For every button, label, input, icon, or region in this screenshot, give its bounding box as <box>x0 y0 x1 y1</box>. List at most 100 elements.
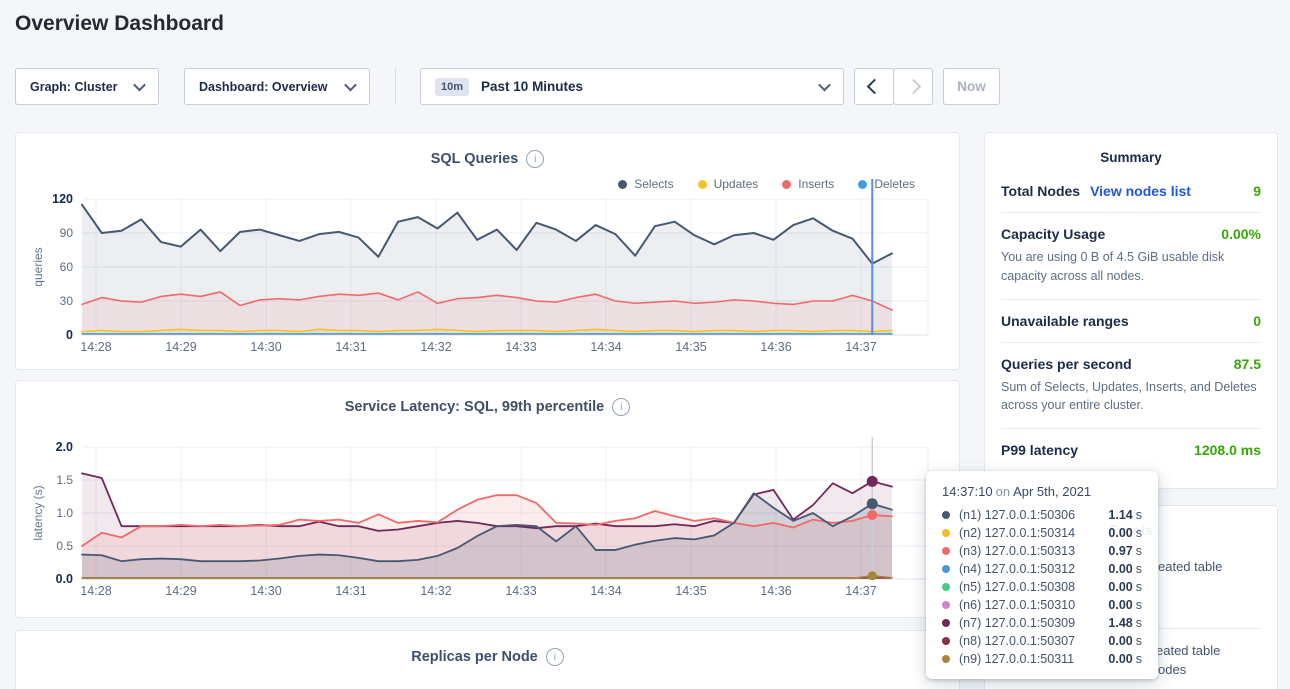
svg-text:0.0: 0.0 <box>56 572 73 586</box>
info-icon[interactable]: i <box>526 150 544 168</box>
svg-text:14:34: 14:34 <box>590 340 621 354</box>
node-color-dot <box>942 637 950 645</box>
tooltip-node-label: (n9) 127.0.0.1:50311 <box>959 652 1108 666</box>
svg-text:2.0: 2.0 <box>56 440 73 454</box>
legend-item-deletes[interactable]: Deletes <box>858 177 915 191</box>
tooltip-row: (n7) 127.0.0.1:503091.48s <box>942 614 1142 632</box>
tooltip-node-value: 0.00 <box>1108 598 1132 612</box>
time-prev-button[interactable] <box>854 68 894 105</box>
node-color-dot <box>942 601 950 609</box>
tooltip-row: (n1) 127.0.0.1:503061.14s <box>942 506 1142 524</box>
tooltip-node-value: 0.97 <box>1108 544 1132 558</box>
svg-text:queries: queries <box>31 247 45 286</box>
summary-metric-value: 87.5 <box>1234 356 1261 372</box>
tooltip-time: 14:37:10 <box>942 484 993 499</box>
tooltip-node-value: 0.00 <box>1108 580 1132 594</box>
summary-metric-label: Unavailable ranges <box>1001 313 1129 329</box>
svg-text:latency (s): latency (s) <box>31 485 45 540</box>
tooltip-node-value: 0.00 <box>1108 562 1132 576</box>
svg-text:14:31: 14:31 <box>335 584 366 598</box>
info-icon[interactable]: i <box>612 398 630 416</box>
service-latency-panel: 0.00.51.01.52.014:2814:2914:3014:3114:32… <box>15 380 960 618</box>
legend-dot <box>858 180 867 189</box>
chevron-down-icon <box>133 79 146 92</box>
summary-panel: Summary Total NodesView nodes list9Capac… <box>984 132 1278 489</box>
chevron-left-icon <box>866 79 882 95</box>
legend-label: Selects <box>634 177 673 191</box>
tooltip-date: Apr 5th, 2021 <box>1013 484 1091 499</box>
time-range-dropdown[interactable]: 10m Past 10 Minutes <box>420 68 844 105</box>
svg-text:14:28: 14:28 <box>80 340 111 354</box>
tooltip-row: (n5) 127.0.0.1:503080.00s <box>942 578 1142 596</box>
svg-text:14:37: 14:37 <box>845 584 876 598</box>
svg-text:14:28: 14:28 <box>80 584 111 598</box>
chart-title: SQL Queries <box>431 151 519 167</box>
chart-header: Service Latency: SQL, 99th percentile i <box>16 398 959 416</box>
node-color-dot <box>942 655 950 663</box>
tooltip-node-unit: s <box>1136 562 1142 576</box>
summary-metric-description: Sum of Selects, Updates, Inserts, and De… <box>1001 378 1261 416</box>
chart-hover-tooltip: 14:37:10onApr 5th, 2021 (n1) 127.0.0.1:5… <box>926 471 1158 679</box>
tooltip-row: (n8) 127.0.0.1:503070.00s <box>942 632 1142 650</box>
info-icon[interactable]: i <box>546 648 564 666</box>
summary-metric-value: 0.00% <box>1221 226 1261 242</box>
tooltip-row: (n2) 127.0.0.1:503140.00s <box>942 524 1142 542</box>
node-color-dot <box>942 547 950 555</box>
svg-text:120: 120 <box>52 192 73 206</box>
tooltip-timestamp: 14:37:10onApr 5th, 2021 <box>942 484 1142 499</box>
dashboard-dropdown[interactable]: Dashboard: Overview <box>184 68 370 105</box>
tooltip-node-value: 1.48 <box>1108 616 1132 630</box>
summary-title: Summary <box>985 133 1277 170</box>
node-color-dot <box>942 529 950 537</box>
now-button[interactable]: Now <box>943 68 1000 105</box>
latency-chart[interactable]: 0.00.51.01.52.014:2814:2914:3014:3114:32… <box>16 381 959 617</box>
tooltip-node-label: (n3) 127.0.0.1:50313 <box>959 544 1108 558</box>
sql-queries-panel: 030609012014:2814:2914:3014:3114:3214:33… <box>15 132 960 370</box>
summary-row: Unavailable ranges0 <box>1001 299 1261 342</box>
legend-label: Deletes <box>874 177 915 191</box>
replicas-per-node-panel: Replicas per Node i <box>15 630 960 689</box>
summary-row-main: Unavailable ranges0 <box>1001 313 1261 329</box>
summary-row: Queries per second 87.5 Sum of Selects, Up… <box>1001 342 1261 429</box>
legend-item-selects[interactable]: Selects <box>618 177 673 191</box>
svg-text:90: 90 <box>60 226 74 240</box>
svg-text:14:33: 14:33 <box>505 584 536 598</box>
svg-text:0.5: 0.5 <box>56 539 73 553</box>
svg-text:14:32: 14:32 <box>420 340 451 354</box>
svg-text:0: 0 <box>66 328 73 342</box>
summary-row-main: Capacity Usage0.00% <box>1001 226 1261 242</box>
page-title: Overview Dashboard <box>15 12 224 36</box>
summary-row-main: Total NodesView nodes list9 <box>1001 183 1261 199</box>
summary-metric-label: Queries per second <box>1001 356 1132 372</box>
tooltip-node-unit: s <box>1136 616 1142 630</box>
tooltip-preposition: on <box>996 484 1010 499</box>
svg-text:14:33: 14:33 <box>505 340 536 354</box>
svg-text:14:35: 14:35 <box>675 340 706 354</box>
sql-queries-chart[interactable]: 030609012014:2814:2914:3014:3114:3214:33… <box>16 133 959 369</box>
svg-text:60: 60 <box>60 260 74 274</box>
tooltip-node-label: (n1) 127.0.0.1:50306 <box>959 508 1108 522</box>
chart-legend: Selects Updates Inserts Deletes <box>618 177 915 191</box>
chevron-down-icon <box>344 79 357 92</box>
overview-dashboard-page: Overview Dashboard Graph: Cluster Dashbo… <box>0 0 1290 689</box>
chart-header: Replicas per Node i <box>16 648 959 666</box>
legend-item-inserts[interactable]: Inserts <box>782 177 834 191</box>
graph-dropdown[interactable]: Graph: Cluster <box>15 68 159 105</box>
legend-item-updates[interactable]: Updates <box>698 177 759 191</box>
event-text-fragment: eated table <box>1158 559 1222 574</box>
graph-dropdown-label: Graph: Cluster <box>30 80 118 94</box>
dashboard-dropdown-label: Dashboard: Overview <box>199 80 328 94</box>
time-next-button[interactable] <box>893 68 933 105</box>
svg-text:14:30: 14:30 <box>250 340 281 354</box>
tooltip-node-unit: s <box>1136 544 1142 558</box>
tooltip-row: (n4) 127.0.0.1:503120.00s <box>942 560 1142 578</box>
event-text-fragment: odes <box>1158 662 1186 677</box>
legend-dot <box>782 180 791 189</box>
tooltip-node-unit: s <box>1136 634 1142 648</box>
legend-dot <box>618 180 627 189</box>
legend-label: Updates <box>714 177 759 191</box>
view-nodes-list-link[interactable]: View nodes list <box>1090 183 1191 199</box>
tooltip-row: (n3) 127.0.0.1:503130.97 s <box>942 542 1142 560</box>
svg-text:14:35: 14:35 <box>675 584 706 598</box>
summary-metric-value: 9 <box>1253 183 1261 199</box>
